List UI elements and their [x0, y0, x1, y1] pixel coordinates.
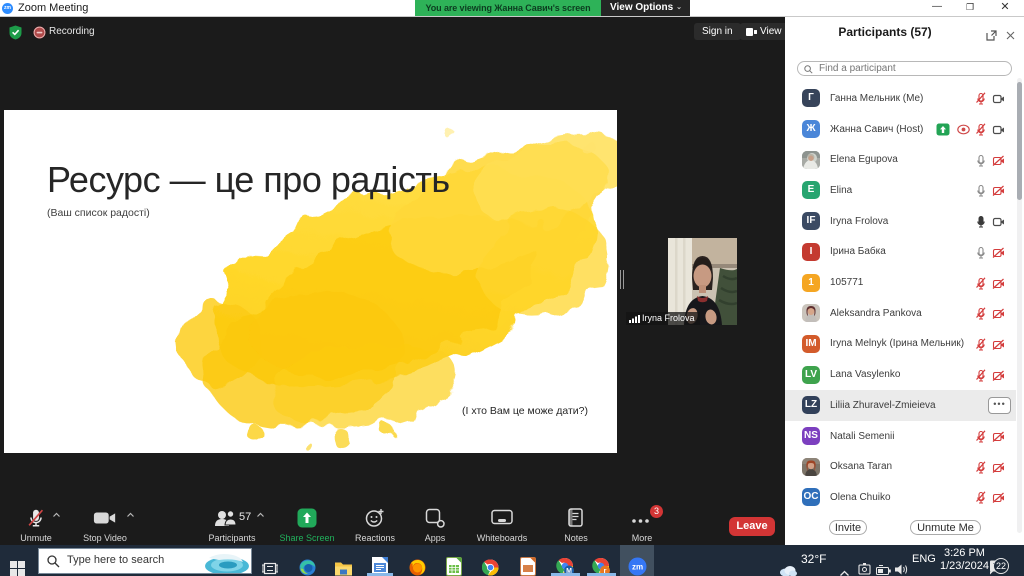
svg-text:zm: zm	[632, 563, 643, 572]
svg-text:57: 57	[239, 511, 251, 523]
